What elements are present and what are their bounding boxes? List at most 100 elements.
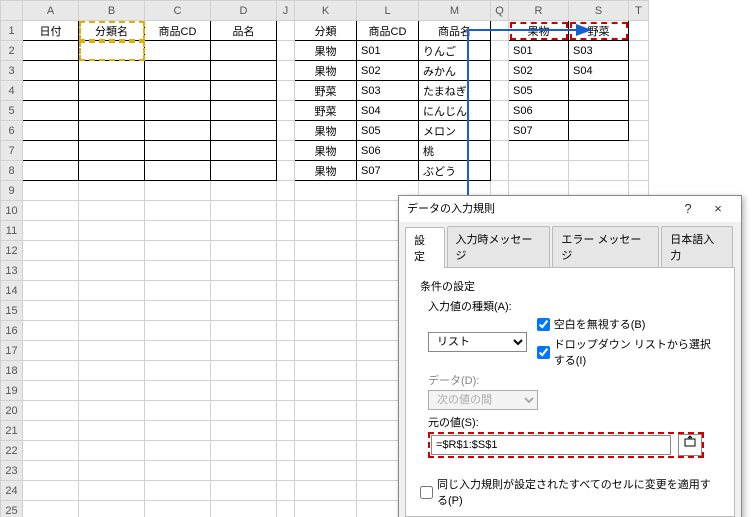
cell-K13[interactable] [295,261,357,281]
cell-A5[interactable] [23,101,79,121]
cell-M2[interactable]: りんご [419,41,491,61]
cell-C24[interactable] [145,481,211,501]
cell-C3[interactable] [145,61,211,81]
cell-D20[interactable] [211,401,277,421]
cell-S3[interactable]: S04 [569,61,629,81]
cell-K24[interactable] [295,481,357,501]
col-header-L[interactable]: L [357,1,419,21]
cell-C23[interactable] [145,461,211,481]
row-header-11[interactable]: 11 [1,221,23,241]
cell-A16[interactable] [23,321,79,341]
cell-K18[interactable] [295,361,357,381]
cell-T7[interactable] [629,141,649,161]
cell-J25[interactable] [277,501,295,517]
cell-K15[interactable] [295,301,357,321]
cell-C5[interactable] [145,101,211,121]
cell-D5[interactable] [211,101,277,121]
cell-R2[interactable]: S01 [509,41,569,61]
cell-C7[interactable] [145,141,211,161]
cell-J2[interactable] [277,41,295,61]
cell-J16[interactable] [277,321,295,341]
range-picker-button[interactable] [678,434,702,456]
cell-B2[interactable] [79,41,145,61]
cell-C9[interactable] [145,181,211,201]
cell-L8[interactable]: S07 [357,161,419,181]
cell-C10[interactable] [145,201,211,221]
cell-C25[interactable] [145,501,211,517]
cell-K21[interactable] [295,421,357,441]
cell-R7[interactable] [509,141,569,161]
col-header-R[interactable]: R [509,1,569,21]
cell-C19[interactable] [145,381,211,401]
cell-A7[interactable] [23,141,79,161]
cell-M3[interactable]: みかん [419,61,491,81]
cell-D23[interactable] [211,461,277,481]
cell-D18[interactable] [211,361,277,381]
cell-T4[interactable] [629,81,649,101]
col-header-D[interactable]: D [211,1,277,21]
cell-J6[interactable] [277,121,295,141]
row-header-19[interactable]: 19 [1,381,23,401]
cell-B1[interactable]: 分類名 [79,21,145,41]
apply-all-checkbox[interactable]: 同じ入力規則が設定されたすべてのセルに変更を適用する(P) [420,476,720,508]
cell-M7[interactable]: 桃 [419,141,491,161]
cell-K9[interactable] [295,181,357,201]
tab-ime-mode[interactable]: 日本語入力 [661,226,733,267]
cell-Q3[interactable] [491,61,509,81]
cell-K20[interactable] [295,401,357,421]
cell-A25[interactable] [23,501,79,517]
cell-L6[interactable]: S05 [357,121,419,141]
cell-B18[interactable] [79,361,145,381]
cell-T2[interactable] [629,41,649,61]
cell-J14[interactable] [277,281,295,301]
cell-D16[interactable] [211,321,277,341]
col-header-M[interactable]: M [419,1,491,21]
cell-A3[interactable] [23,61,79,81]
cell-K19[interactable] [295,381,357,401]
cell-D6[interactable] [211,121,277,141]
cell-R4[interactable]: S05 [509,81,569,101]
cell-A23[interactable] [23,461,79,481]
cell-A8[interactable] [23,161,79,181]
cell-J8[interactable] [277,161,295,181]
col-header-J[interactable]: J [277,1,295,21]
cell-J1[interactable] [277,21,295,41]
cell-D7[interactable] [211,141,277,161]
cell-J17[interactable] [277,341,295,361]
cell-C22[interactable] [145,441,211,461]
cell-C21[interactable] [145,421,211,441]
cell-J12[interactable] [277,241,295,261]
col-header-K[interactable]: K [295,1,357,21]
row-header-2[interactable]: 2 [1,41,23,61]
cell-B17[interactable] [79,341,145,361]
cell-K8[interactable]: 果物 [295,161,357,181]
cell-S1[interactable]: 野菜 [569,21,629,41]
cell-D21[interactable] [211,421,277,441]
cell-K4[interactable]: 野菜 [295,81,357,101]
cell-K23[interactable] [295,461,357,481]
cell-A14[interactable] [23,281,79,301]
col-header-S[interactable]: S [569,1,629,21]
cell-J22[interactable] [277,441,295,461]
cell-B15[interactable] [79,301,145,321]
cell-S7[interactable] [569,141,629,161]
cell-S6[interactable] [569,121,629,141]
cell-Q7[interactable] [491,141,509,161]
cell-C8[interactable] [145,161,211,181]
row-header-10[interactable]: 10 [1,201,23,221]
cell-A19[interactable] [23,381,79,401]
dialog-titlebar[interactable]: データの入力規則 ? × [399,196,741,222]
cell-B20[interactable] [79,401,145,421]
cell-R6[interactable]: S07 [509,121,569,141]
cell-D11[interactable] [211,221,277,241]
row-header-1[interactable]: 1 [1,21,23,41]
cell-B19[interactable] [79,381,145,401]
cell-D13[interactable] [211,261,277,281]
cell-A4[interactable] [23,81,79,101]
cell-A22[interactable] [23,441,79,461]
cell-K16[interactable] [295,321,357,341]
cell-D3[interactable] [211,61,277,81]
cell-B7[interactable] [79,141,145,161]
cell-Q6[interactable] [491,121,509,141]
cell-K2[interactable]: 果物 [295,41,357,61]
